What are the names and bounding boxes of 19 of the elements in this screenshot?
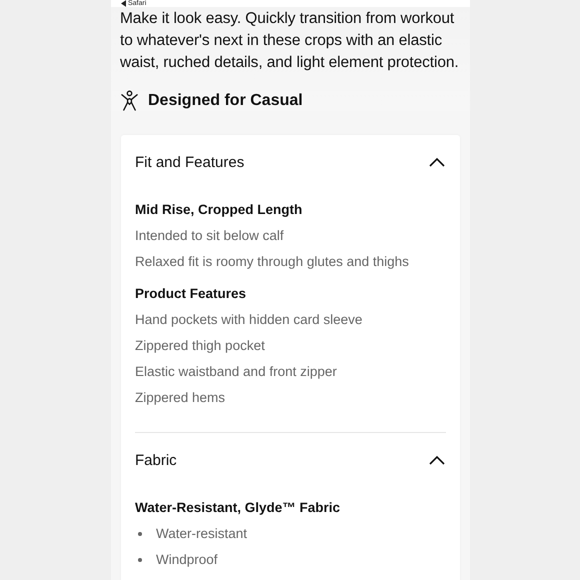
- group-heading: Mid Rise, Cropped Length: [135, 201, 304, 219]
- description-text: Make it look easy. Quickly transition from workout to whatever's next in these crops with an elastic waist, ruched details, and light element protection.: [120, 9, 460, 73]
- feature-text: Water-resistant: [156, 525, 248, 543]
- section-header[interactable]: Fit and Features: [135, 135, 446, 189]
- feature-text: Zippered hems: [135, 389, 226, 407]
- group-heading: Water-Resistant, Glyde™ Fabric: [135, 499, 342, 517]
- bullet-icon: [138, 532, 142, 536]
- back-triangle-icon: [121, 0, 126, 7]
- section-header[interactable]: Fabric: [135, 433, 446, 487]
- feature-text: Relaxed fit is roomy through glutes and thighs: [135, 253, 409, 271]
- feature-text: Intended to sit below calf: [135, 227, 284, 245]
- feature-text: Hand pockets with hidden card sleeve: [135, 311, 362, 329]
- bullet-icon: [138, 558, 142, 562]
- feature-text: Windproof: [156, 551, 218, 569]
- group-heading: Product Features: [135, 285, 248, 303]
- activity-label: Designed for Casual: [148, 92, 303, 110]
- person-icon: [120, 90, 139, 111]
- feature-text: Zippered thigh pocket: [135, 337, 265, 355]
- feature-text: Elastic waistband and front zipper: [135, 363, 337, 381]
